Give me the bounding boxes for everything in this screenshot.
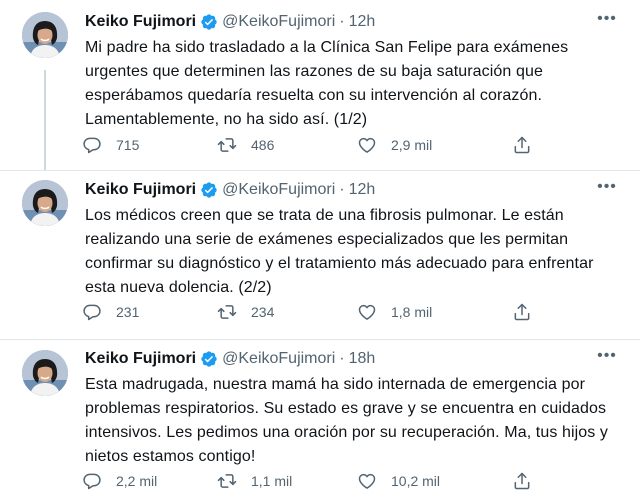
- author-handle[interactable]: @KeikoFujimori: [222, 181, 335, 199]
- separator-dot: ·: [339, 13, 345, 30]
- tweet-header: Keiko Fujimori @KeikoFujimori · 12h: [85, 179, 375, 201]
- reply-count: 231: [116, 304, 140, 320]
- share-icon: [512, 302, 532, 322]
- more-options-icon[interactable]: •••: [596, 11, 618, 32]
- action-bar: 231 234 1,8 mil: [82, 301, 602, 323]
- share-button[interactable]: [512, 470, 546, 492]
- like-count: 1,8 mil: [391, 304, 433, 320]
- more-options-icon[interactable]: •••: [596, 348, 618, 369]
- retweet-button[interactable]: 234: [217, 301, 274, 323]
- like-button[interactable]: 2,9 mil: [357, 134, 432, 156]
- more-options-icon[interactable]: •••: [596, 179, 618, 200]
- tweet-text: Los médicos creen que se trata de una fi…: [85, 207, 594, 296]
- separator-dot: ·: [339, 181, 345, 198]
- tweet-2[interactable]: Keiko Fujimori @KeikoFujimori · 12h ••• …: [0, 170, 640, 340]
- thread-line: [44, 70, 46, 170]
- reply-count: 2,2 mil: [116, 473, 158, 489]
- retweet-button[interactable]: 486: [217, 134, 274, 156]
- retweet-button[interactable]: 1,1 mil: [217, 470, 292, 492]
- retweet-count: 486: [251, 137, 275, 153]
- like-icon: [357, 302, 377, 322]
- retweet-icon: [217, 302, 237, 322]
- reply-count: 715: [116, 137, 140, 153]
- avatar[interactable]: [22, 12, 68, 58]
- retweet-icon: [217, 471, 237, 491]
- tweet-header: Keiko Fujimori @KeikoFujimori · 18h: [85, 348, 375, 370]
- verified-badge-icon: [200, 350, 218, 368]
- timestamp[interactable]: 18h: [349, 350, 376, 368]
- like-button[interactable]: 10,2 mil: [357, 470, 440, 492]
- author-handle[interactable]: @KeikoFujimori: [222, 350, 335, 368]
- author-name[interactable]: Keiko Fujimori: [85, 350, 196, 368]
- action-bar: 715 486 2,9 mil: [82, 134, 602, 156]
- like-icon: [357, 471, 377, 491]
- share-icon: [512, 135, 532, 155]
- tweet-text: Mi padre ha sido trasladado a la Clínica…: [85, 39, 569, 128]
- like-button[interactable]: 1,8 mil: [357, 301, 432, 323]
- avatar[interactable]: [22, 180, 68, 226]
- reply-icon: [82, 471, 102, 491]
- tweet-1[interactable]: Keiko Fujimori @KeikoFujimori · 12h ••• …: [0, 0, 640, 170]
- share-button[interactable]: [512, 134, 546, 156]
- timestamp[interactable]: 12h: [349, 181, 376, 199]
- like-count: 10,2 mil: [391, 473, 441, 489]
- tweet-text: Esta madrugada, nuestra mamá ha sido int…: [85, 376, 609, 465]
- separator-dot: ·: [339, 350, 345, 367]
- share-button[interactable]: [512, 301, 546, 323]
- like-icon: [357, 135, 377, 155]
- tweet-header: Keiko Fujimori @KeikoFujimori · 12h: [85, 11, 375, 33]
- author-handle[interactable]: @KeikoFujimori: [222, 13, 335, 31]
- reply-button[interactable]: 2,2 mil: [82, 470, 157, 492]
- action-bar: 2,2 mil 1,1 mil 10,2 mil: [82, 470, 602, 492]
- reply-button[interactable]: 231: [82, 301, 139, 323]
- share-icon: [512, 471, 532, 491]
- avatar[interactable]: [22, 350, 68, 396]
- like-count: 2,9 mil: [391, 137, 433, 153]
- reply-icon: [82, 302, 102, 322]
- retweet-count: 1,1 mil: [251, 473, 293, 489]
- verified-badge-icon: [200, 13, 218, 31]
- verified-badge-icon: [200, 181, 218, 199]
- author-name[interactable]: Keiko Fujimori: [85, 13, 196, 31]
- timestamp[interactable]: 12h: [349, 13, 376, 31]
- retweet-icon: [217, 135, 237, 155]
- reply-button[interactable]: 715: [82, 134, 139, 156]
- reply-icon: [82, 135, 102, 155]
- author-name[interactable]: Keiko Fujimori: [85, 181, 196, 199]
- tweet-3[interactable]: Keiko Fujimori @KeikoFujimori · 18h ••• …: [0, 340, 640, 503]
- retweet-count: 234: [251, 304, 275, 320]
